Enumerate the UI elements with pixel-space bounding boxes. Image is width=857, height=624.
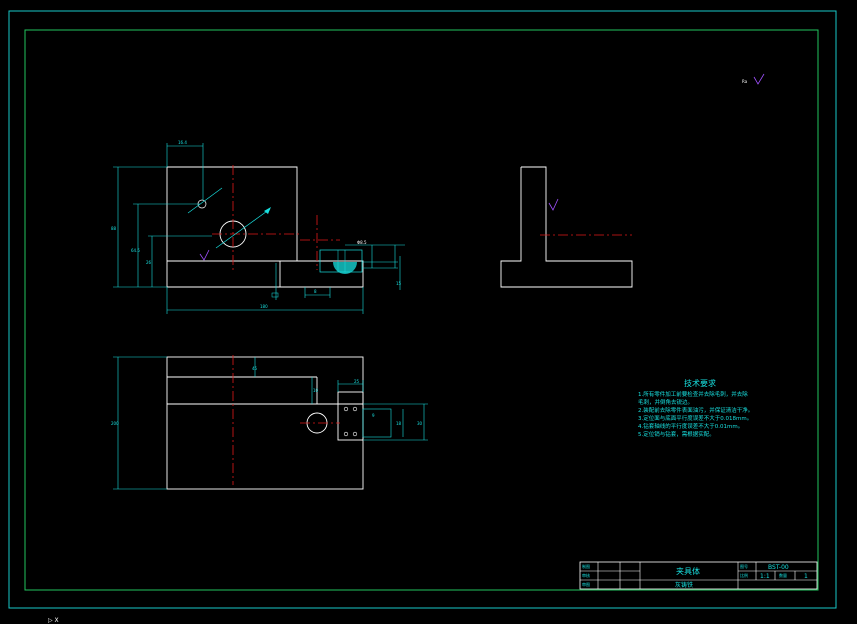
roughness-symbol-global: Ra (742, 73, 765, 85)
tech-req-line-3: 2.装配前去除零件表面油污，并保证清洁干净。 (638, 406, 753, 414)
tech-req-line-1: 1.所有零件加工前要检查并去除毛刺，并去除 (638, 390, 748, 398)
dim-base-width: 180 (260, 304, 268, 309)
title-block[interactable]: 制图 审核 审图 夹具体 灰铸铁 图号 BST-00 比例 1:1 数量 1 (579, 561, 818, 590)
roughness-label: Ra (742, 79, 748, 84)
tech-req-line-2: 毛刺，并倒角去锐边。 (638, 398, 693, 406)
drawing-no-label: 图号 (740, 563, 748, 569)
side-view-outline (500, 166, 633, 288)
dim-height-mid: 64.5 (131, 248, 140, 253)
bushing-detail: Φ8.5 15 (319, 240, 405, 290)
scale-value: 1:1 (760, 573, 770, 580)
tech-req-line-4: 3.定位面与底面平行度误差不大于0.018mm。 (638, 414, 752, 422)
dim-plan-c: 25 (354, 379, 360, 384)
front-view[interactable]: 16.4 88 64.5 26 180 8 Φ8.5 15 (111, 140, 405, 314)
sheet-outer-frame (8, 10, 837, 609)
tech-req-heading: 技术要求 (684, 378, 716, 388)
dim-plan-e: 30 (417, 421, 423, 426)
scale-label: 比例 (740, 572, 748, 578)
plan-view[interactable]: 200 45 10 25 30 18 9 (111, 355, 428, 490)
dim-side: 15 (396, 281, 402, 286)
dim-height-total: 88 (111, 226, 117, 231)
tech-requirements: 技术要求 1.所有零件加工前要检查并去除毛刺，并去除 毛刺，并倒角去锐边。 2.… (638, 378, 753, 438)
title-role-3: 审图 (582, 581, 590, 587)
dim-plan-d: 18 (396, 421, 402, 426)
dim-plan-b: 10 (313, 388, 319, 393)
dim-plan-a: 45 (252, 366, 258, 371)
title-role-2: 审核 (582, 572, 590, 578)
dim-small: 8 (314, 289, 317, 294)
tech-req-line-5: 4.钻套轴线的平行度误差不大于0.01mm。 (638, 422, 743, 430)
tech-req-line-6: 5.定位销与钻套，需根据实配。 (638, 430, 715, 438)
part-name: 夹具体 (676, 566, 700, 576)
sheet-inner-border (24, 29, 819, 591)
dim-top-width: 16.4 (178, 140, 187, 145)
command-cursor: ▷ X (48, 617, 59, 624)
quantity-label: 数量 (779, 572, 787, 578)
side-view[interactable] (500, 166, 633, 288)
cad-drawing-canvas[interactable]: Ra 16.4 88 64.5 26 180 8 Φ8.5 15 200 45 … (0, 0, 857, 624)
dim-plan-f: 9 (372, 413, 375, 418)
material: 灰铸铁 (675, 581, 693, 589)
dim-height-low: 26 (146, 260, 152, 265)
title-role-1: 制图 (582, 563, 590, 569)
dim-hole-dia: Φ8.5 (357, 240, 367, 245)
quantity-value: 1 (804, 573, 808, 580)
dim-plan-depth: 200 (111, 421, 119, 426)
front-view-outline (166, 166, 364, 288)
drawing-no: BST-00 (768, 564, 789, 571)
